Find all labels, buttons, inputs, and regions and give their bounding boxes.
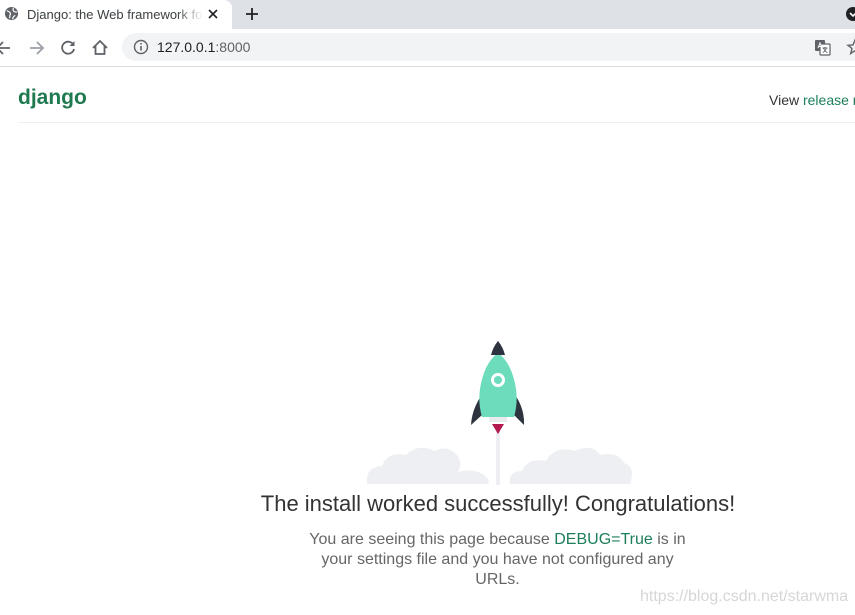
release-notes: View release notes for Django 2.2 <box>769 92 855 109</box>
rocket-icon <box>471 341 525 434</box>
exhaust-trail <box>496 429 500 485</box>
browser-toolbar: 127.0.0.1:8000 <box>0 29 855 67</box>
page-title: The install worked successfully! Congrat… <box>260 491 736 516</box>
info-icon[interactable] <box>133 39 149 55</box>
release-notes-link[interactable]: release notes for Django 2.2 <box>803 92 855 108</box>
tab-title: Django: the Web framework for perfection… <box>27 7 203 22</box>
tab-strip: Django: the Web framework for perfection… <box>0 0 855 29</box>
plus-icon[interactable] <box>243 5 261 23</box>
debug-flag: DEBUG=True <box>554 531 653 548</box>
tab-search-icon[interactable] <box>845 6 855 22</box>
address-bar[interactable]: 127.0.0.1:8000 <box>122 33 855 61</box>
page-content: django View release notes for Django 2.2 <box>0 67 855 615</box>
django-logo[interactable]: django <box>18 85 87 111</box>
browser-window: Django: the Web framework for perfection… <box>0 0 855 615</box>
translate-icon[interactable] <box>814 39 831 56</box>
forward-arrow-icon[interactable] <box>26 38 46 58</box>
globe-icon <box>4 6 19 21</box>
url-text[interactable]: 127.0.0.1:8000 <box>157 38 250 56</box>
back-arrow-icon[interactable] <box>0 38 14 58</box>
home-icon[interactable] <box>90 38 110 58</box>
release-prefix: View <box>769 92 803 108</box>
tab-django[interactable]: Django: the Web framework for perfection… <box>0 0 232 29</box>
close-icon[interactable] <box>205 6 221 22</box>
url-port: :8000 <box>215 39 251 55</box>
rocket-illustration <box>366 341 632 485</box>
bookmark-star-icon[interactable] <box>846 38 855 56</box>
page-header: django View release notes for Django 2.2 <box>18 67 855 123</box>
debug-message-before: You are seeing this page because <box>309 531 555 548</box>
watermark: https://blog.csdn.net/starwma <box>640 588 849 605</box>
url-host: 127.0.0.1 <box>157 39 216 55</box>
reload-icon[interactable] <box>58 38 78 58</box>
debug-message: You are seeing this page because DEBUG=T… <box>300 530 695 590</box>
